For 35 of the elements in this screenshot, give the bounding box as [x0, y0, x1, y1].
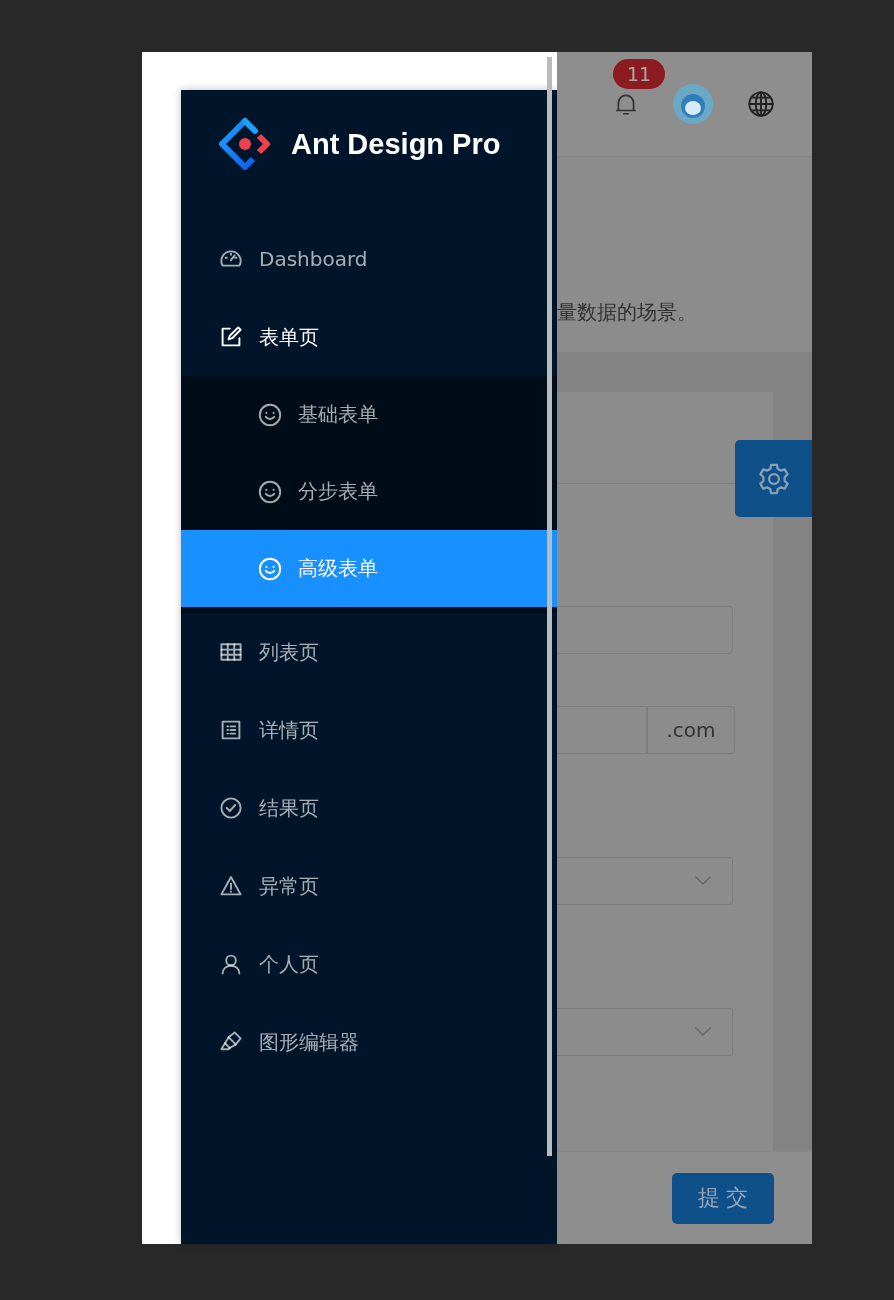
page-description: 量数据的场景。: [557, 299, 697, 326]
menu-item[interactable]: 结果页: [181, 769, 557, 847]
logo-text: Ant Design Pro: [291, 127, 501, 161]
settings-button[interactable]: [735, 440, 812, 517]
input-field[interactable]: [557, 705, 647, 754]
list-icon: [219, 718, 243, 742]
smile-icon: [258, 402, 282, 427]
edit-icon: [219, 325, 243, 349]
notification-count: 11: [613, 59, 666, 89]
scrollbar[interactable]: [547, 57, 552, 1156]
submenu-item[interactable]: 基础表单: [181, 376, 557, 453]
check-circle-icon: [219, 796, 243, 820]
warning-icon: [219, 874, 243, 898]
menu-item[interactable]: 表单页: [181, 298, 557, 376]
table-icon: [219, 640, 243, 664]
menu-item[interactable]: 异常页: [181, 847, 557, 925]
select-field[interactable]: [557, 856, 733, 905]
menu-item[interactable]: 列表页: [181, 613, 557, 691]
logo-icon: [219, 118, 271, 170]
menu-item[interactable]: 个人页: [181, 925, 557, 1003]
chevron-down-icon: [694, 875, 712, 886]
domain-suffix: .com: [647, 705, 735, 754]
avatar-icon[interactable]: [673, 84, 713, 124]
menu-item[interactable]: 详情页: [181, 691, 557, 769]
select-field[interactable]: [557, 1007, 733, 1056]
submenu-item[interactable]: 分步表单: [181, 453, 557, 530]
menu-item[interactable]: 图形编辑器: [181, 1003, 557, 1081]
chevron-down-icon: [694, 1026, 712, 1037]
smile-icon: [258, 556, 282, 581]
gear-icon: [756, 461, 791, 496]
user-icon: [219, 952, 243, 976]
menu-item[interactable]: Dashboard: [181, 220, 557, 298]
smile-icon: [258, 479, 282, 504]
input-field[interactable]: [557, 606, 733, 654]
globe-icon[interactable]: [747, 90, 775, 118]
